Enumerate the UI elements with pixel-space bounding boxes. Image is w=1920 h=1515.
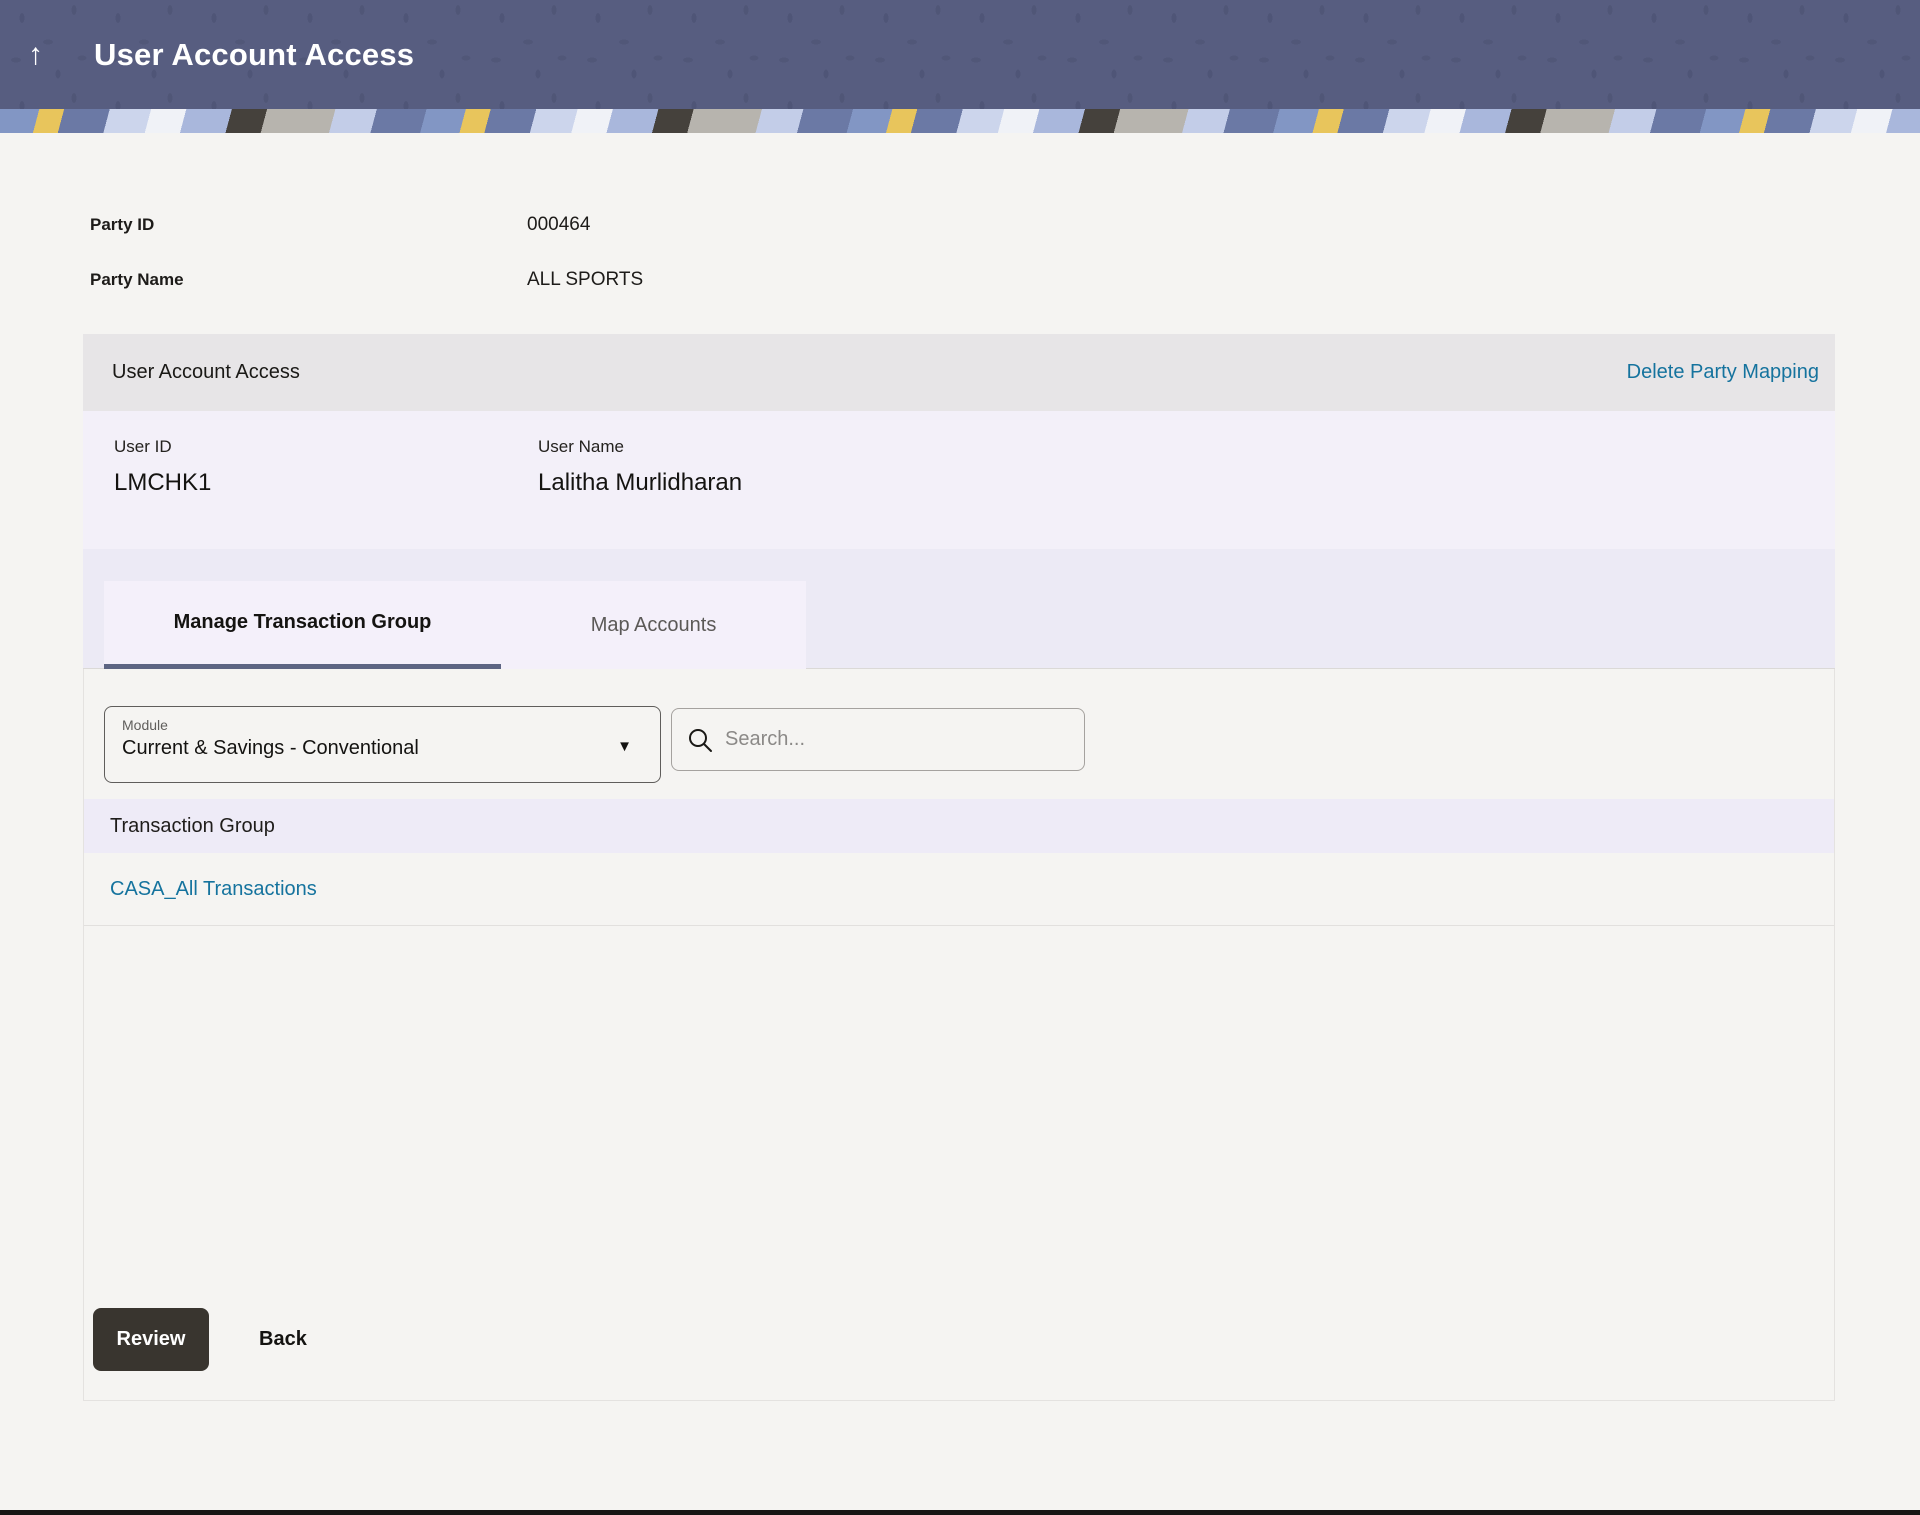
action-buttons: Review Back	[84, 1308, 1834, 1400]
party-id-value: 000464	[527, 211, 590, 239]
tab-list: Manage Transaction Group Map Accounts	[104, 581, 806, 669]
table-header-row: Transaction Group	[84, 799, 1834, 853]
search-input[interactable]	[725, 728, 1055, 751]
search-icon	[687, 727, 713, 753]
module-select-value: Current & Savings - Conventional	[122, 737, 610, 760]
transaction-group-link[interactable]: CASA_All Transactions	[110, 878, 317, 901]
user-name-column: User Name Lalitha Murlidharan	[538, 437, 962, 549]
tab-map-accounts[interactable]: Map Accounts	[501, 581, 806, 669]
scroll-up-arrow-icon[interactable]: ↑	[28, 40, 62, 70]
module-select[interactable]: Module Current & Savings - Conventional …	[104, 706, 661, 783]
empty-space	[84, 926, 1834, 1308]
tabs-bar: Manage Transaction Group Map Accounts	[83, 549, 1835, 669]
user-id-value: LMCHK1	[114, 469, 538, 497]
transaction-group-column-header: Transaction Group	[110, 815, 275, 837]
page-header: ↑ User Account Access	[0, 0, 1920, 109]
party-name-value: ALL SPORTS	[527, 266, 643, 294]
panel-header: User Account Access Delete Party Mapping	[83, 334, 1835, 411]
delete-party-mapping-link[interactable]: Delete Party Mapping	[1627, 361, 1819, 384]
review-button[interactable]: Review	[93, 1308, 209, 1371]
filter-row: Module Current & Savings - Conventional …	[84, 669, 1834, 783]
party-name-row: Party Name ALL SPORTS	[90, 266, 1920, 294]
user-name-value: Lalitha Murlidharan	[538, 469, 962, 497]
decorative-stripe-banner	[0, 109, 1920, 133]
user-id-label: User ID	[114, 437, 538, 457]
chevron-down-icon: ▼	[617, 739, 632, 754]
panel-title: User Account Access	[112, 361, 300, 384]
footer-bar	[0, 1510, 1920, 1515]
user-account-access-panel: User Account Access Delete Party Mapping…	[83, 334, 1835, 1401]
search-box	[671, 708, 1085, 771]
party-id-row: Party ID 000464	[90, 211, 1920, 239]
table-row: CASA_All Transactions	[84, 853, 1834, 926]
user-info-section: User ID LMCHK1 User Name Lalitha Murlidh…	[83, 411, 1835, 549]
page-title: User Account Access	[94, 37, 414, 73]
back-button[interactable]: Back	[259, 1328, 307, 1351]
user-name-label: User Name	[538, 437, 962, 457]
party-id-label: Party ID	[90, 211, 527, 239]
party-name-label: Party Name	[90, 266, 527, 294]
party-summary: Party ID 000464 Party Name ALL SPORTS	[0, 133, 1920, 294]
tab-content: Module Current & Savings - Conventional …	[83, 669, 1835, 1401]
tab-manage-transaction-group[interactable]: Manage Transaction Group	[104, 581, 501, 669]
user-id-column: User ID LMCHK1	[114, 437, 538, 549]
module-select-label: Module	[122, 717, 610, 733]
